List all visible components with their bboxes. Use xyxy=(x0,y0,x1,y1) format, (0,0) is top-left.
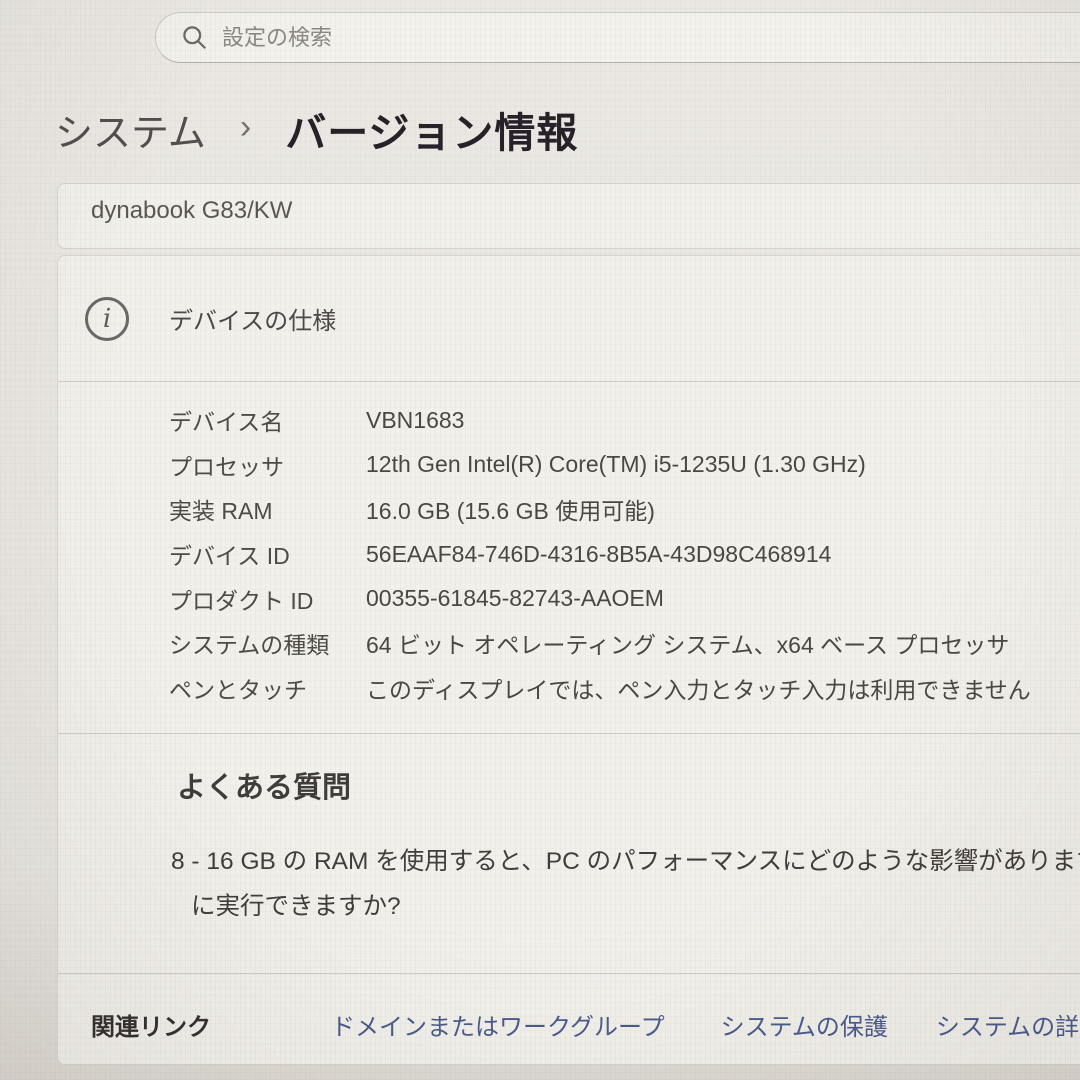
faq-question-ram[interactable]: 8 - 16 GB の RAM を使用すると、PC のパフォーマンスにどのような… xyxy=(171,842,1080,877)
faq-question-continued[interactable]: に実行できますか? xyxy=(191,887,401,922)
spec-row-pen-touch: ペンとタッチ このディスプレイでは、ペン入力とタッチ入力は利用できません xyxy=(58,666,1080,711)
divider xyxy=(58,973,1080,974)
spec-label: ペンとタッチ xyxy=(169,671,366,705)
info-icon: i xyxy=(85,297,129,341)
spec-label: 実装 RAM xyxy=(169,492,366,526)
spec-value: VBN1683 xyxy=(366,407,464,434)
link-system-protection[interactable]: システムの保護 xyxy=(721,1007,888,1042)
spec-value: 64 ビット オペレーティング システム、x64 ベース プロセッサ xyxy=(366,626,1009,660)
spec-row-product-id: プロダクト ID 00355-61845-82743-AAOEM xyxy=(58,576,1080,621)
spec-label: システムの種類 xyxy=(169,626,366,660)
spec-value: このディスプレイでは、ペン入力とタッチ入力は利用できません xyxy=(366,671,1031,705)
spec-value: 00355-61845-82743-AAOEM xyxy=(366,585,664,612)
spec-label: プロセッサ xyxy=(169,448,366,482)
device-specs-list: デバイス名 VBN1683 プロセッサ 12th Gen Intel(R) Co… xyxy=(58,398,1080,710)
chevron-right-icon: › xyxy=(240,108,251,147)
spec-row-device-name: デバイス名 VBN1683 xyxy=(58,398,1080,443)
device-specs-expander[interactable]: i デバイスの仕様 xyxy=(58,256,1080,381)
about-card: i デバイスの仕様 デバイス名 VBN1683 プロセッサ 12th Gen I… xyxy=(57,255,1080,1065)
spec-row-processor: プロセッサ 12th Gen Intel(R) Core(TM) i5-1235… xyxy=(58,443,1080,488)
breadcrumb: システム › バージョン情報 xyxy=(55,98,578,160)
spec-row-system-type: システムの種類 64 ビット オペレーティング システム、x64 ベース プロセ… xyxy=(58,621,1080,666)
device-specs-title: デバイスの仕様 xyxy=(169,301,336,336)
spec-label: プロダクト ID xyxy=(169,582,366,616)
search-icon xyxy=(181,24,208,51)
divider xyxy=(58,733,1080,734)
page-title: バージョン情報 xyxy=(285,99,578,159)
link-domain-workgroup[interactable]: ドメインまたはワークグループ xyxy=(331,1007,665,1042)
link-advanced-system-settings[interactable]: システムの詳細設定 xyxy=(936,1007,1080,1042)
spec-value: 56EAAF84-746D-4316-8B5A-43D98C468914 xyxy=(366,541,831,568)
spec-value: 16.0 GB (15.6 GB 使用可能) xyxy=(366,492,655,526)
search-input[interactable] xyxy=(222,25,1022,51)
related-links-row: 関連リンク ドメインまたはワークグループ システムの保護 システムの詳細設定 xyxy=(58,1004,1080,1044)
settings-search-box[interactable] xyxy=(155,12,1080,63)
spec-row-ram: 実装 RAM 16.0 GB (15.6 GB 使用可能) xyxy=(58,487,1080,532)
spec-label: デバイス名 xyxy=(169,403,366,437)
faq-section-title: よくある質問 xyxy=(177,764,351,806)
breadcrumb-system[interactable]: システム xyxy=(55,102,206,157)
spec-label: デバイス ID xyxy=(169,537,366,571)
device-model-label: dynabook G83/KW xyxy=(91,197,1080,225)
divider xyxy=(58,381,1080,382)
spec-value: 12th Gen Intel(R) Core(TM) i5-1235U (1.3… xyxy=(366,451,866,478)
spec-row-device-id: デバイス ID 56EAAF84-746D-4316-8B5A-43D98C46… xyxy=(58,532,1080,577)
device-name-card: dynabook G83/KW xyxy=(57,183,1080,249)
related-links-title: 関連リンク xyxy=(91,1007,211,1042)
